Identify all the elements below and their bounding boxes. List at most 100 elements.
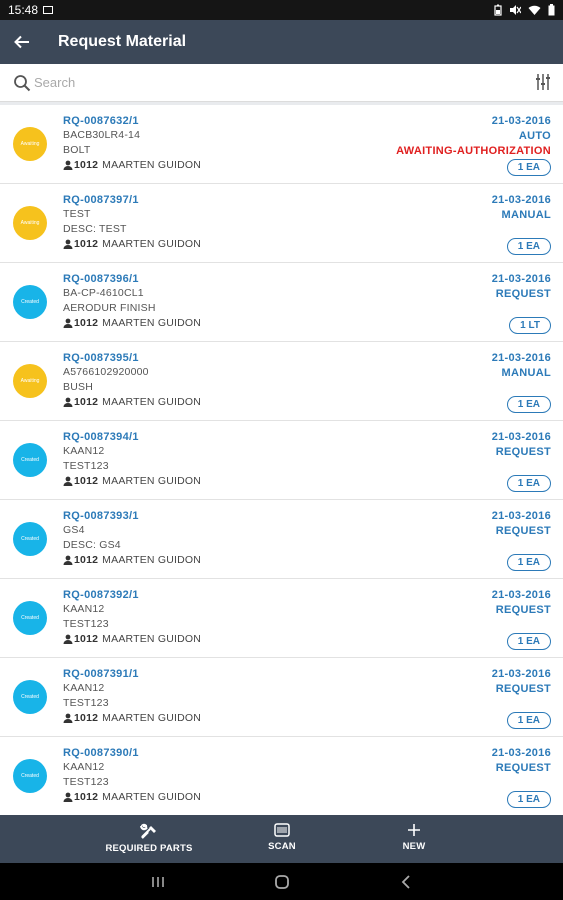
home-button[interactable]: [272, 872, 292, 892]
requester-id: 1012: [74, 238, 99, 250]
list-item[interactable]: Awaiting RQ-0087397/1 TEST DESC: TEST 10…: [0, 184, 563, 263]
request-date: 21-03-2016: [491, 431, 551, 443]
requester: 1012 MAARTEN GUIDON: [63, 554, 201, 566]
list-item[interactable]: Created RQ-0087390/1 KAAN12 TEST123 1012…: [0, 737, 563, 815]
search-input[interactable]: [34, 75, 504, 90]
request-date: 21-03-2016: [491, 115, 551, 127]
request-type: MANUAL: [501, 209, 551, 221]
required-parts-button[interactable]: REQUIRED PARTS: [100, 823, 198, 854]
search-bar: [0, 64, 563, 102]
list-item[interactable]: Created RQ-0087394/1 KAAN12 TEST123 1012…: [0, 421, 563, 500]
requester: 1012 MAARTEN GUIDON: [63, 317, 201, 329]
request-type: REQUEST: [495, 288, 551, 300]
battery-saver-icon: [494, 4, 502, 16]
request-type: REQUEST: [495, 525, 551, 537]
list-item[interactable]: Created RQ-0087391/1 KAAN12 TEST123 1012…: [0, 658, 563, 737]
requester-id: 1012: [74, 159, 99, 171]
requester-name: MAARTEN GUIDON: [102, 475, 202, 487]
status-badge: Awaiting: [13, 364, 47, 398]
request-code: RQ-0087394/1: [63, 431, 139, 443]
recents-button[interactable]: [148, 872, 168, 892]
part-description: TEST123: [63, 776, 109, 788]
authorization-status: AWAITING-AUTHORIZATION: [396, 145, 551, 157]
new-button[interactable]: NEW: [388, 823, 440, 852]
requester-name: MAARTEN GUIDON: [102, 159, 202, 171]
quantity-pill: 1 EA: [506, 554, 551, 571]
person-icon: [63, 397, 73, 407]
requester-name: MAARTEN GUIDON: [102, 238, 202, 250]
request-code: RQ-0087390/1: [63, 747, 139, 759]
part-number: KAAN12: [63, 761, 105, 773]
filter-button[interactable]: [535, 73, 551, 96]
part-description: BOLT: [63, 144, 91, 156]
part-number: GS4: [63, 524, 85, 536]
person-icon: [63, 160, 73, 170]
status-bar: 15:48: [0, 0, 563, 20]
request-date: 21-03-2016: [491, 668, 551, 680]
list-item[interactable]: Created RQ-0087393/1 GS4 DESC: GS4 1012 …: [0, 500, 563, 579]
request-type: REQUEST: [495, 683, 551, 695]
request-date: 21-03-2016: [491, 194, 551, 206]
requester-id: 1012: [74, 317, 99, 329]
part-description: DESC: TEST: [63, 223, 127, 235]
quantity-pill: 1 EA: [506, 791, 551, 808]
request-date: 21-03-2016: [491, 273, 551, 285]
requester-name: MAARTEN GUIDON: [102, 712, 202, 724]
quantity-pill: 1 EA: [506, 159, 551, 176]
requester: 1012 MAARTEN GUIDON: [63, 475, 201, 487]
status-icons: [494, 4, 555, 16]
part-description: TEST123: [63, 697, 109, 709]
part-description: TEST123: [63, 618, 109, 630]
quantity-pill: 1 EA: [506, 396, 551, 413]
page-title: Request Material: [58, 33, 187, 50]
list-item[interactable]: Created RQ-0087396/1 BA-CP-4610CL1 AEROD…: [0, 263, 563, 342]
image-notification-icon: [43, 6, 54, 14]
part-number: TEST: [63, 208, 91, 220]
person-icon: [63, 318, 73, 328]
status-badge: Awaiting: [13, 127, 47, 161]
back-nav-button[interactable]: [396, 872, 416, 892]
request-date: 21-03-2016: [491, 747, 551, 759]
request-code: RQ-0087397/1: [63, 194, 139, 206]
requester-id: 1012: [74, 396, 99, 408]
person-icon: [63, 555, 73, 565]
part-number: BACB30LR4-14: [63, 129, 141, 141]
status-time: 15:48: [8, 3, 39, 17]
scan-label: SCAN: [268, 841, 296, 852]
part-number: KAAN12: [63, 445, 105, 457]
home-icon: [275, 875, 289, 889]
request-date: 21-03-2016: [491, 589, 551, 601]
status-badge: Awaiting: [13, 206, 47, 240]
bottom-action-bar: REQUIRED PARTS SCAN NEW: [0, 815, 563, 863]
request-code: RQ-0087632/1: [63, 115, 139, 127]
requester-name: MAARTEN GUIDON: [102, 396, 202, 408]
quantity-pill: 1 EA: [506, 238, 551, 255]
request-type: AUTO: [518, 130, 551, 142]
requester-name: MAARTEN GUIDON: [102, 791, 202, 803]
mute-icon: [510, 5, 521, 15]
request-type: REQUEST: [495, 446, 551, 458]
list-item[interactable]: Created RQ-0087392/1 KAAN12 TEST123 1012…: [0, 579, 563, 658]
app-bar: Request Material: [0, 20, 563, 64]
request-code: RQ-0087393/1: [63, 510, 139, 522]
part-number: A5766102920000: [63, 366, 149, 378]
status-badge: Created: [13, 759, 47, 793]
barcode-icon: [274, 823, 290, 837]
request-code: RQ-0087391/1: [63, 668, 139, 680]
back-button[interactable]: [0, 20, 44, 64]
recents-icon: [152, 877, 164, 887]
requester-id: 1012: [74, 633, 99, 645]
status-badge: Created: [13, 285, 47, 319]
part-description: DESC: GS4: [63, 539, 121, 551]
part-number: KAAN12: [63, 682, 105, 694]
quantity-pill: 1 EA: [506, 633, 551, 650]
person-icon: [63, 239, 73, 249]
status-badge: Created: [13, 443, 47, 477]
scan-button[interactable]: SCAN: [256, 823, 308, 852]
list-item[interactable]: Awaiting RQ-0087632/1 BACB30LR4-14 BOLT …: [0, 105, 563, 184]
requester-id: 1012: [74, 791, 99, 803]
tools-icon: [140, 823, 156, 839]
quantity-pill: 1 EA: [506, 475, 551, 492]
requester: 1012 MAARTEN GUIDON: [63, 238, 201, 250]
list-item[interactable]: Awaiting RQ-0087395/1 A5766102920000 BUS…: [0, 342, 563, 421]
